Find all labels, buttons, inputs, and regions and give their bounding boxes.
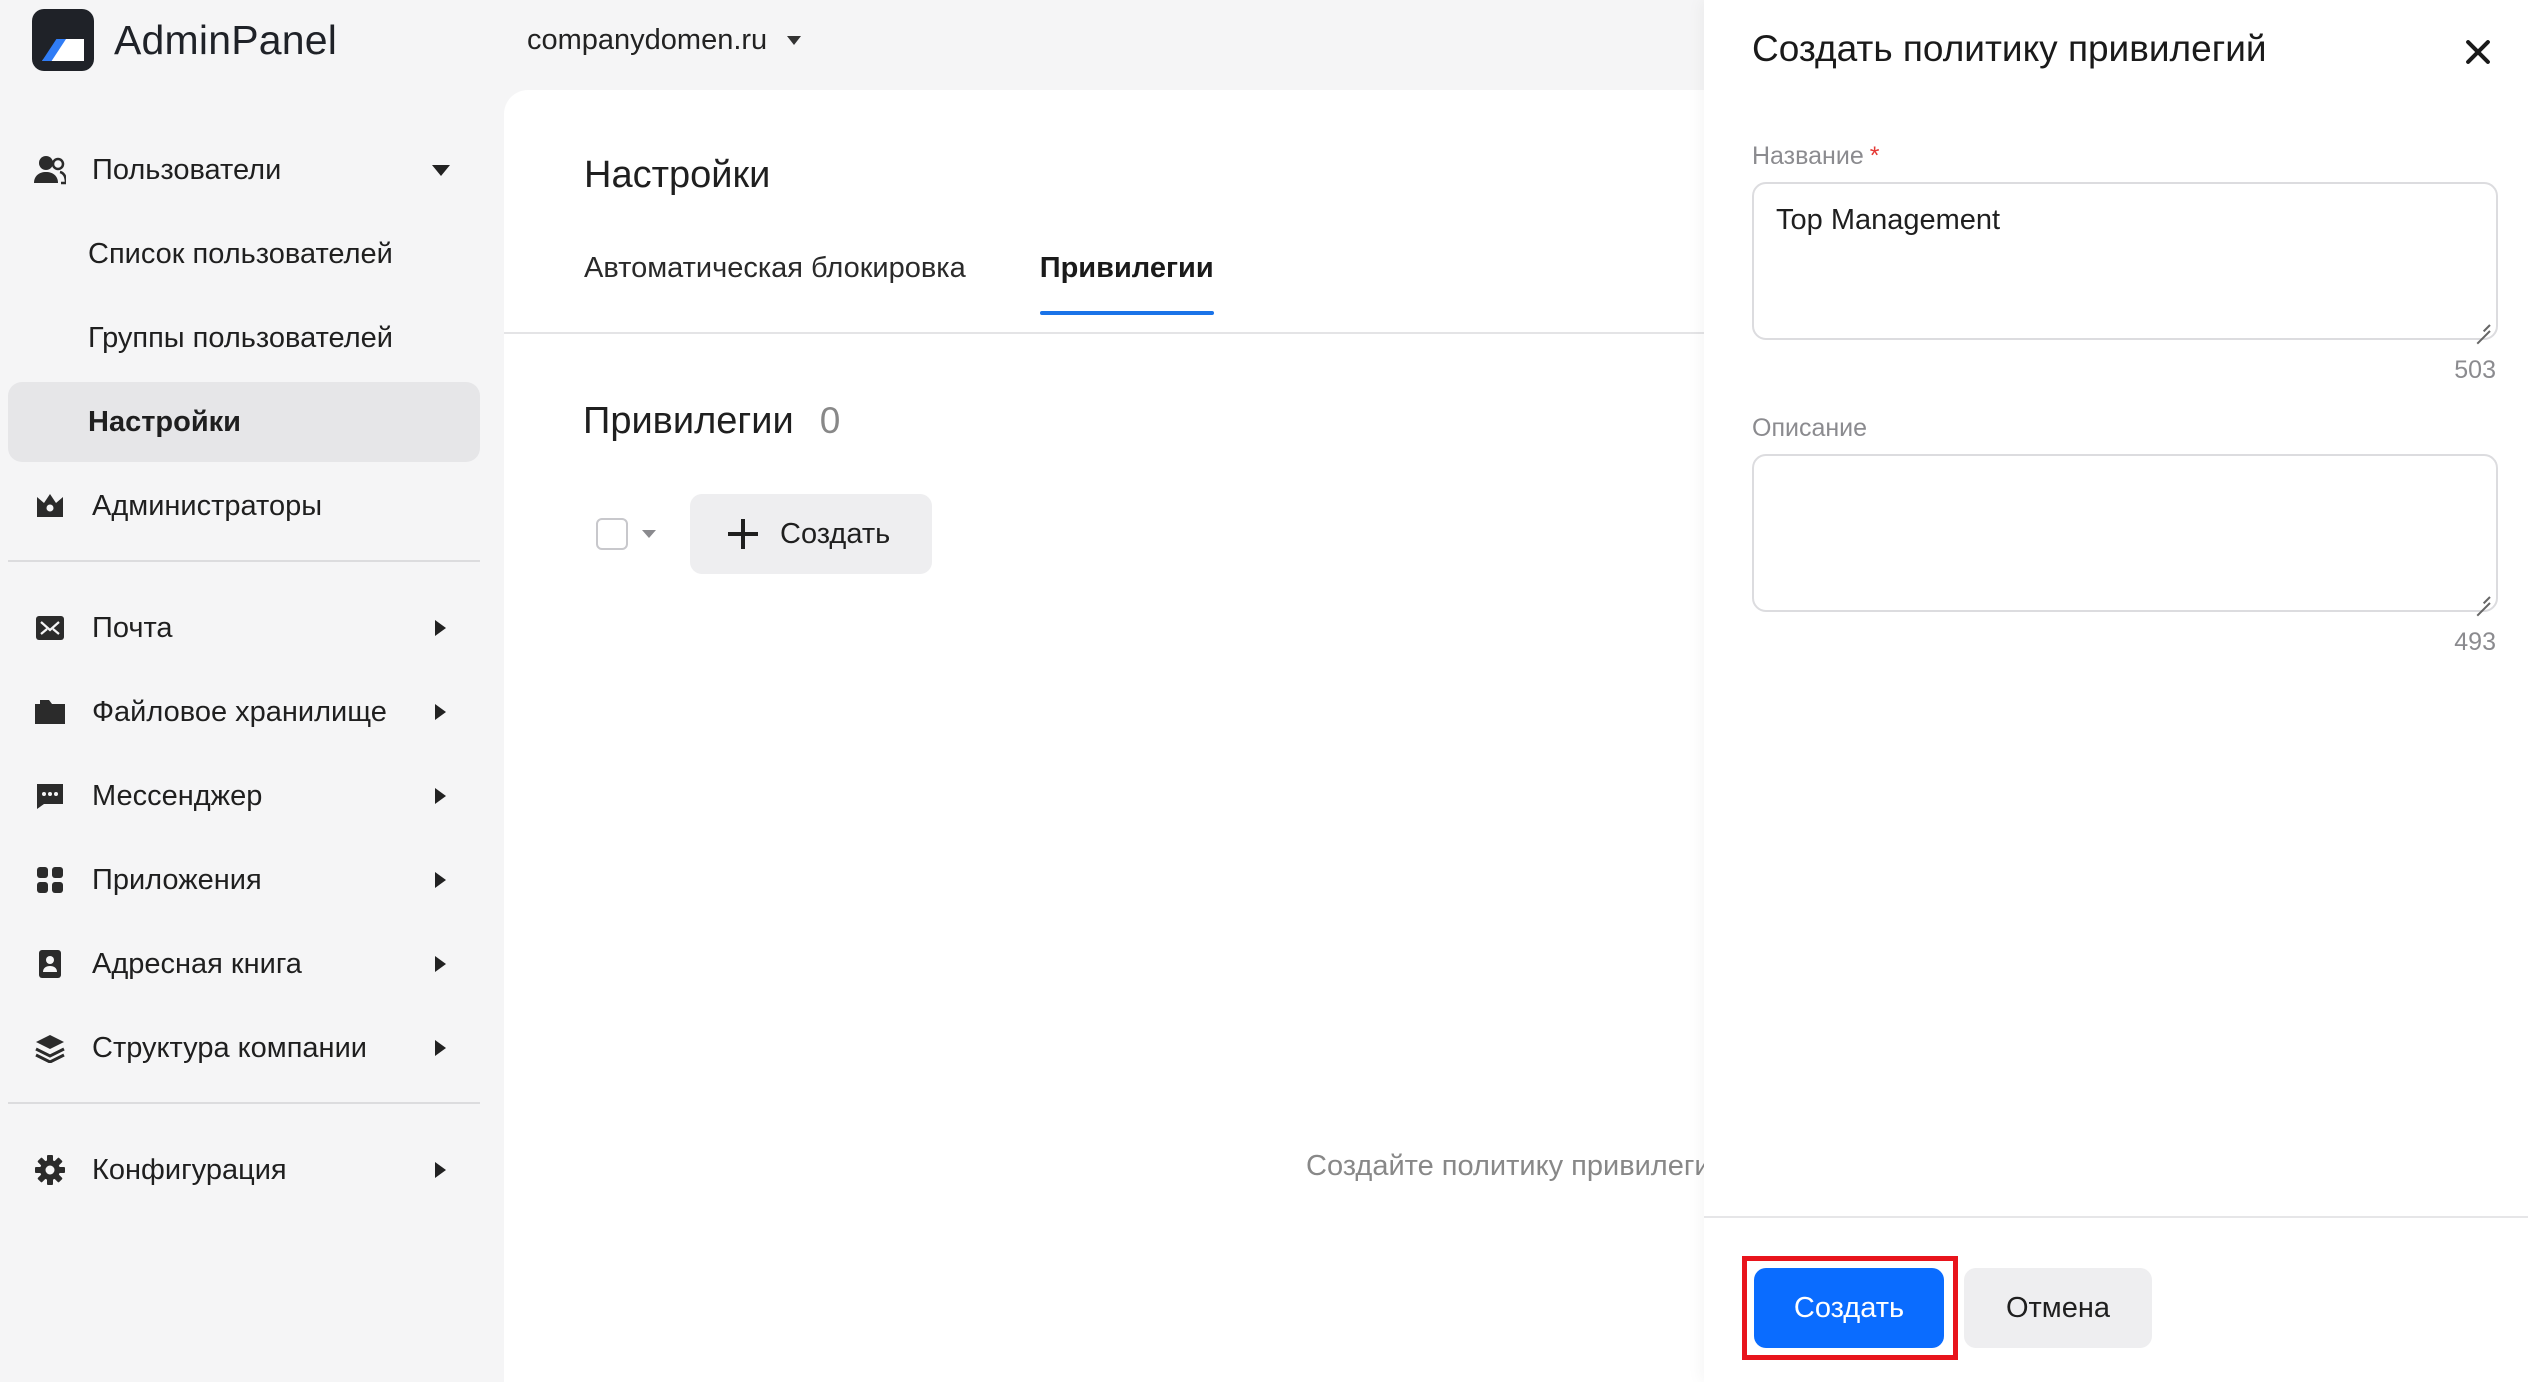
section-count: 0 (819, 400, 841, 441)
chat-icon (32, 778, 68, 814)
chevron-right-icon (435, 872, 446, 888)
chevron-right-icon (435, 704, 446, 720)
sidebar-item-label: Администраторы (92, 489, 323, 522)
name-field-value: Top Management (1776, 204, 2001, 236)
sidebar-item-users[interactable]: Пользователи (8, 130, 480, 210)
resize-handle-icon[interactable] (2474, 316, 2490, 332)
create-policy-button[interactable]: Создать (690, 494, 933, 574)
sidebar-item-label: Конфигурация (92, 1153, 287, 1186)
sidebar-item-user-groups[interactable]: Группы пользователей (8, 298, 480, 378)
chevron-right-icon (435, 1162, 446, 1178)
chevron-right-icon (435, 788, 446, 804)
drawer-title: Создать политику привилегий (1752, 28, 2267, 69)
sidebar-item-configuration[interactable]: Конфигурация (8, 1130, 480, 1210)
sidebar-item-user-list[interactable]: Список пользователей (8, 214, 480, 294)
sidebar-item-label: Пользователи (92, 153, 282, 186)
chevron-right-icon (435, 620, 446, 636)
sidebar-item-company-structure[interactable]: Структура компании (8, 1008, 480, 1088)
mail-icon (32, 610, 68, 646)
sidebar-item-label: Приложения (92, 863, 262, 896)
select-all-checkbox[interactable] (596, 518, 628, 550)
apps-grid-icon (32, 862, 68, 898)
description-field-label: Описание (1752, 414, 1868, 442)
description-char-counter: 493 (2454, 628, 2496, 656)
sidebar-divider (8, 560, 480, 562)
tab-bar: Автоматическая блокировка Привилегии (584, 252, 1214, 315)
sidebar-item-label: Адресная книга (92, 947, 302, 980)
domain-select[interactable]: companydomen.ru (527, 16, 802, 64)
create-policy-label: Создать (780, 517, 891, 550)
sidebar-nav: Пользователи Список пользователей Группы… (8, 130, 480, 1214)
domain-select-value: companydomen.ru (527, 23, 768, 56)
drawer-footer-divider (1704, 1216, 2528, 1218)
list-toolbar: Создать (596, 494, 933, 574)
layers-icon (32, 1030, 68, 1066)
name-field-label: Название * (1752, 142, 1880, 170)
required-mark: * (1869, 142, 1880, 170)
tab-auto-block[interactable]: Автоматическая блокировка (584, 252, 966, 315)
chevron-down-icon (432, 165, 450, 176)
empty-state-text: Создайте политику привилегий (1306, 1150, 1727, 1182)
sidebar: AdminPanel Пользователи Список пользоват… (0, 0, 490, 1382)
name-char-counter: 503 (2454, 356, 2496, 384)
tabs-divider (504, 332, 1704, 334)
main-content: Настройки Автоматическая блокировка Прив… (504, 90, 1727, 1382)
sidebar-item-mail[interactable]: Почта (8, 588, 480, 668)
page-title: Настройки (584, 154, 771, 196)
cancel-button[interactable]: Отмена (1964, 1268, 2152, 1348)
chevron-right-icon (435, 1040, 446, 1056)
sidebar-item-admins[interactable]: Администраторы (8, 466, 480, 546)
users-icon (32, 152, 68, 188)
section-header: Привилегии 0 (583, 400, 840, 443)
chevron-right-icon (435, 956, 446, 972)
plus-icon (728, 519, 758, 549)
crown-icon (32, 488, 68, 524)
app-logo[interactable]: AdminPanel (32, 8, 337, 72)
create-policy-drawer: Создать политику привилегий Название * To… (1704, 0, 2528, 1382)
sidebar-item-label: Файловое хранилище (92, 695, 387, 728)
selection-menu-icon[interactable] (642, 530, 656, 538)
address-book-icon (32, 946, 68, 982)
description-field[interactable] (1752, 454, 2498, 612)
logo-icon (32, 9, 94, 71)
sidebar-item-messenger[interactable]: Мессенджер (8, 756, 480, 836)
sidebar-divider (8, 1102, 480, 1104)
sidebar-item-apps[interactable]: Приложения (8, 840, 480, 920)
app-name: AdminPanel (114, 16, 338, 63)
chevron-down-icon (787, 35, 802, 45)
sidebar-item-settings[interactable]: Настройки (8, 382, 480, 462)
sidebar-item-label: Почта (92, 611, 173, 644)
sidebar-item-address-book[interactable]: Адресная книга (8, 924, 480, 1004)
close-icon[interactable] (2458, 32, 2498, 72)
name-field[interactable]: Top Management (1752, 182, 2498, 340)
sidebar-item-file-storage[interactable]: Файловое хранилище (8, 672, 480, 752)
gear-icon (32, 1152, 68, 1188)
folder-icon (32, 694, 68, 730)
create-button[interactable]: Создать (1754, 1268, 1944, 1348)
section-title: Привилегии (583, 400, 794, 442)
sidebar-item-label: Мессенджер (92, 779, 263, 812)
sidebar-item-label: Структура компании (92, 1031, 367, 1064)
tab-privileges[interactable]: Привилегии (1039, 252, 1214, 315)
resize-handle-icon[interactable] (2474, 588, 2490, 604)
